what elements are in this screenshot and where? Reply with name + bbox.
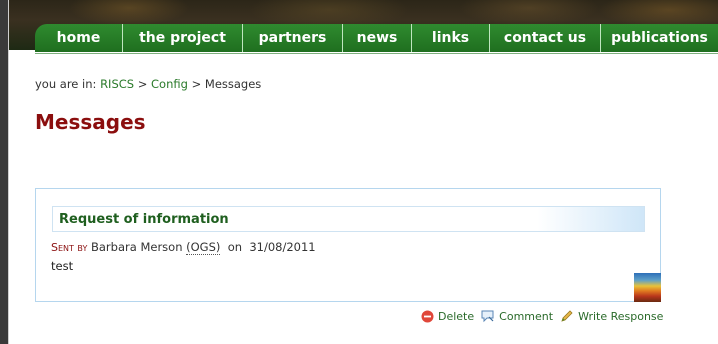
message-meta: Sent by Barbara Merson (OGS) on 31/08/20… [51,240,316,255]
nav-item-the-project[interactable]: the project [123,24,243,52]
message-subject: Request of information [59,211,229,227]
window-frame-left [0,0,9,344]
breadcrumb-current: Messages [204,77,262,91]
sent-by-label: Sent by [51,241,88,254]
comment-label: Comment [499,310,554,323]
breadcrumb-link-riscs[interactable]: RISCS [100,77,134,91]
page-title: Messages [35,110,146,134]
delete-button[interactable]: Delete [421,310,474,323]
nav-item-news[interactable]: news [343,24,412,52]
nav-item-home[interactable]: home [35,24,123,52]
delete-icon [421,310,434,323]
main-nav: home the project partners news links con… [35,24,718,52]
comment-icon [481,310,494,323]
sender-organization: (OGS) [186,240,221,255]
message-date: 31/08/2011 [249,240,316,254]
nav-item-partners[interactable]: partners [243,24,343,52]
breadcrumb-separator: > [137,77,148,91]
comment-button[interactable]: Comment [481,310,553,323]
message-body: test [51,259,74,273]
breadcrumb: you are in: RISCS > Config > Messages [35,77,261,91]
nav-item-publications[interactable]: publications [601,24,718,52]
nav-item-links[interactable]: links [412,24,490,52]
message-card: Request of information Sent by Barbara M… [35,188,661,302]
date-prefix: on [227,240,243,254]
breadcrumb-separator: > [191,77,202,91]
pencil-icon [561,310,573,322]
breadcrumb-link-config[interactable]: Config [151,77,188,91]
write-response-button[interactable]: Write Response [560,310,663,323]
corner-logo-badge [634,273,661,302]
write-response-label: Write Response [578,310,664,323]
breadcrumb-prefix: you are in: [35,77,97,91]
nav-item-contact-us[interactable]: contact us [490,24,601,52]
message-header: Request of information [52,206,645,232]
message-actions: Delete Comment Write Response [421,310,670,323]
delete-label: Delete [438,310,475,323]
nav-divider [35,53,718,54]
message-sender: Barbara Merson [91,240,183,254]
